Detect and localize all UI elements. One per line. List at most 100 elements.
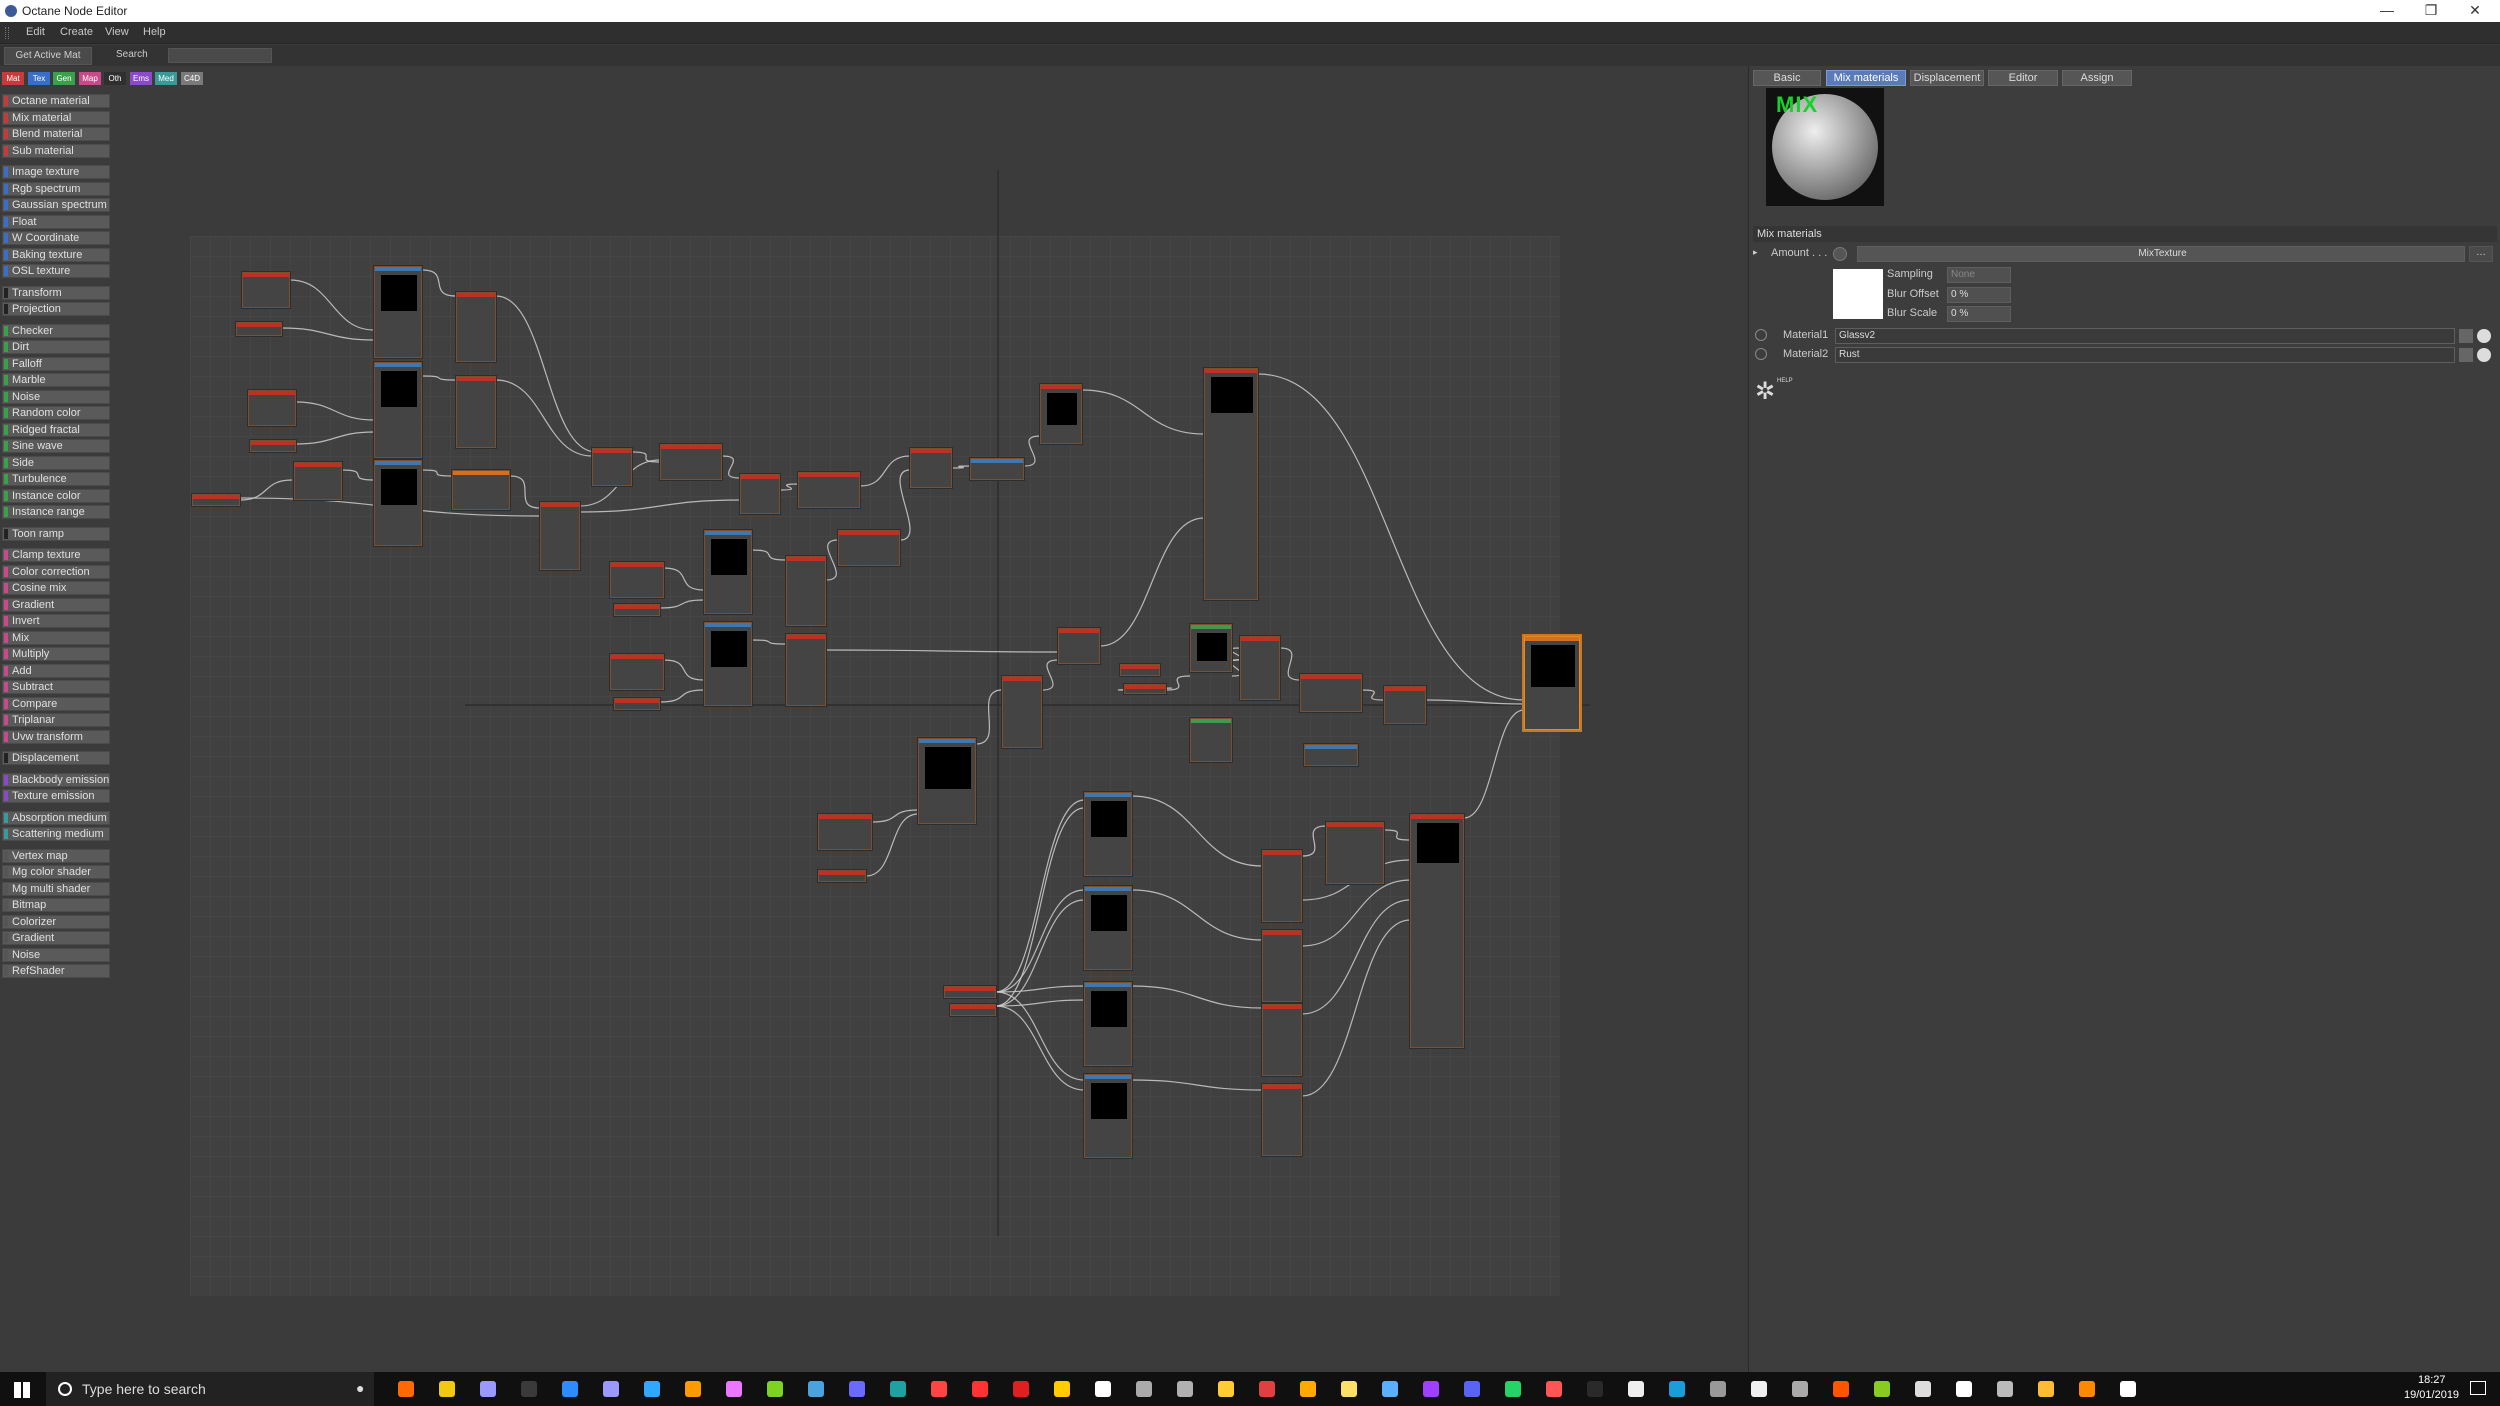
graph-node[interactable] <box>248 390 296 426</box>
tab-editor[interactable]: Editor <box>1988 70 2058 86</box>
library-item-gradient[interactable]: Gradient <box>2 931 110 945</box>
taskbar-app-icon[interactable] <box>1177 1381 1193 1397</box>
node-header[interactable] <box>1059 629 1099 633</box>
node-header[interactable] <box>911 449 951 453</box>
material2-link-icon[interactable] <box>2459 348 2473 362</box>
library-item-scattering-medium[interactable]: Scattering medium <box>2 827 110 841</box>
library-item-blackbody-emission[interactable]: Blackbody emission <box>2 772 110 787</box>
node-header[interactable] <box>457 293 495 297</box>
tab-displacement[interactable]: Displacement <box>1910 70 1984 86</box>
sampling-select[interactable]: None <box>1947 267 2011 283</box>
tab-other[interactable]: Oth <box>104 72 126 85</box>
taskbar-app-icon[interactable] <box>972 1381 988 1397</box>
node-header[interactable] <box>1085 1075 1131 1079</box>
menu-edit[interactable]: Edit <box>26 26 45 38</box>
tab-texture[interactable]: Tex <box>28 72 50 85</box>
library-item-invert[interactable]: Invert <box>2 614 110 628</box>
graph-node[interactable] <box>1124 684 1166 694</box>
node-header[interactable] <box>237 323 281 327</box>
node-header[interactable] <box>1125 685 1165 689</box>
graph-node[interactable] <box>192 494 240 506</box>
node-header[interactable] <box>787 557 825 561</box>
taskbar-app-icon[interactable] <box>931 1381 947 1397</box>
windows-start-icon[interactable] <box>14 1382 30 1398</box>
library-item-ridged-fractal[interactable]: Ridged fractal <box>2 422 110 437</box>
tab-assign[interactable]: Assign <box>2062 70 2132 86</box>
node-header[interactable] <box>787 635 825 639</box>
node-header[interactable] <box>593 449 631 453</box>
library-item-colorizer[interactable]: Colorizer <box>2 914 110 929</box>
library-item-displacement[interactable]: Displacement <box>2 751 110 765</box>
microphone-icon[interactable]: ● <box>356 1380 364 1396</box>
graph-node[interactable] <box>1262 850 1302 922</box>
node-header[interactable] <box>615 605 659 609</box>
graph-node[interactable] <box>540 502 580 570</box>
library-item-color-correction[interactable]: Color correction <box>2 564 110 579</box>
library-item-side[interactable]: Side <box>2 455 110 470</box>
graph-node[interactable] <box>374 460 422 546</box>
library-item-rgb-spectrum[interactable]: Rgb spectrum <box>2 181 110 196</box>
taskbar-app-icon[interactable] <box>808 1381 824 1397</box>
graph-node[interactable] <box>610 562 664 598</box>
library-item-texture-emission[interactable]: Texture emission <box>2 789 110 803</box>
amount-toggle-icon[interactable] <box>1833 247 1847 261</box>
graph-node[interactable] <box>1410 814 1464 1048</box>
node-header[interactable] <box>249 391 295 395</box>
library-item-mix-material[interactable]: Mix material <box>2 110 110 125</box>
graph-node[interactable] <box>1190 718 1232 762</box>
clock-time[interactable]: 18:27 <box>2418 1374 2446 1386</box>
taskbar-app-icon[interactable] <box>1095 1381 1111 1397</box>
node-header[interactable] <box>375 461 421 465</box>
graph-node[interactable] <box>1262 1084 1302 1156</box>
taskbar-app-icon[interactable] <box>1833 1381 1849 1397</box>
node-header[interactable] <box>375 363 421 367</box>
graph-node[interactable] <box>1002 676 1042 748</box>
graph-node[interactable] <box>1084 792 1132 876</box>
node-header[interactable] <box>839 531 899 535</box>
node-header[interactable] <box>457 377 495 381</box>
graph-node[interactable] <box>704 622 752 706</box>
library-item-sub-material[interactable]: Sub material <box>2 143 110 158</box>
search-input[interactable] <box>168 48 272 63</box>
graph-node[interactable] <box>918 738 976 824</box>
graph-node[interactable] <box>970 458 1024 480</box>
library-item-mg-multi-shader[interactable]: Mg multi shader <box>2 881 110 896</box>
taskbar-app-icon[interactable] <box>1423 1381 1439 1397</box>
library-item-float[interactable]: Float <box>2 214 110 229</box>
taskbar-app-icon[interactable] <box>2120 1381 2136 1397</box>
graph-node[interactable] <box>614 698 660 710</box>
restore-button[interactable]: ❐ <box>2416 2 2446 19</box>
taskbar-app-icon[interactable] <box>1505 1381 1521 1397</box>
library-item-falloff[interactable]: Falloff <box>2 356 110 371</box>
graph-node[interactable] <box>1084 982 1132 1066</box>
amount-options-button[interactable]: … <box>2469 246 2493 262</box>
library-item-toon-ramp[interactable]: Toon ramp <box>2 526 110 541</box>
library-item-add[interactable]: Add <box>2 663 110 678</box>
node-header[interactable] <box>1411 815 1463 819</box>
graph-node[interactable] <box>838 530 900 566</box>
graph-node[interactable] <box>374 266 422 358</box>
library-item-dirt[interactable]: Dirt <box>2 340 110 354</box>
library-item-uvw-transform[interactable]: Uvw transform <box>2 729 110 744</box>
taskbar-app-icon[interactable] <box>1874 1381 1890 1397</box>
taskbar-app-icon[interactable] <box>849 1381 865 1397</box>
node-header[interactable] <box>1191 625 1231 629</box>
node-header[interactable] <box>1263 931 1301 935</box>
menu-view[interactable]: View <box>105 26 129 38</box>
graph-node[interactable] <box>944 986 996 998</box>
taskbar-app-icon[interactable] <box>726 1381 742 1397</box>
graph-node[interactable] <box>236 322 282 336</box>
library-item-cosine-mix[interactable]: Cosine mix <box>2 581 110 595</box>
node-header[interactable] <box>1085 793 1131 797</box>
graph-node[interactable] <box>1262 1004 1302 1076</box>
notifications-icon[interactable] <box>2470 1381 2486 1395</box>
node-header[interactable] <box>705 531 751 535</box>
graph-node[interactable] <box>374 362 422 458</box>
material1-link-icon[interactable] <box>2459 329 2473 343</box>
node-header[interactable] <box>295 463 341 467</box>
taskbar-app-icon[interactable] <box>562 1381 578 1397</box>
tab-emission[interactable]: Ems <box>130 72 152 85</box>
node-header[interactable] <box>1085 983 1131 987</box>
taskbar-app-icon[interactable] <box>1546 1381 1562 1397</box>
material1-field[interactable]: Glassv2 <box>1835 328 2455 344</box>
